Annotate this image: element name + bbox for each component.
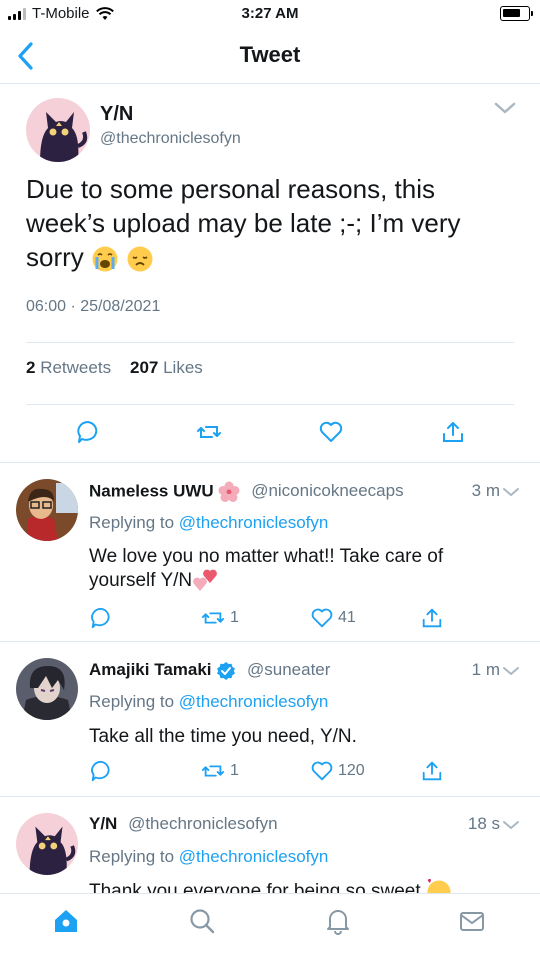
verified-icon: [217, 661, 236, 680]
author-name[interactable]: Y/N: [100, 103, 133, 126]
reply-tweet[interactable]: Y/N @thechroniclesofyn 18 s Replying to …: [0, 797, 540, 893]
page-title: Tweet: [239, 42, 301, 67]
crying-face-emoji-icon: [92, 246, 118, 272]
replying-to-link[interactable]: @thechroniclesofyn: [179, 513, 329, 532]
disappointed-face-emoji-icon: [127, 246, 153, 272]
tweet-timestamp: 06:00 · 25/08/2021: [26, 298, 161, 315]
divider: [0, 641, 540, 642]
tweet-stats: 2 Retweets 207 Likes: [26, 358, 203, 378]
retweet-count: 1: [230, 762, 239, 779]
replying-to-link[interactable]: @thechroniclesofyn: [179, 692, 329, 711]
home-icon[interactable]: [52, 907, 80, 935]
chevron-down-icon[interactable]: [493, 100, 517, 116]
like-icon[interactable]: [310, 759, 334, 783]
cherry-blossom-emoji-icon: [218, 481, 240, 502]
reply-text: We love you no matter what!! Take care o…: [89, 546, 444, 592]
reply-age: 1 m: [471, 660, 500, 679]
avatar[interactable]: [16, 658, 78, 720]
share-button[interactable]: [420, 759, 444, 783]
replying-to: Replying to @thechroniclesofyn: [89, 513, 329, 532]
reply-author-handle[interactable]: @niconicokneecaps: [251, 481, 403, 500]
like-icon[interactable]: [310, 606, 334, 630]
reply-button[interactable]: [89, 759, 113, 783]
reply-author-handle[interactable]: @suneater: [247, 660, 330, 679]
reply-age: 3 m: [471, 481, 500, 500]
search-icon[interactable]: [188, 907, 216, 935]
retweet-count: 1: [230, 609, 239, 626]
battery-icon: [500, 6, 533, 21]
reply-text: Thank you everyone for being so sweet: [89, 879, 509, 893]
chevron-down-icon[interactable]: [502, 665, 520, 677]
divider: [26, 342, 514, 343]
retweet-icon[interactable]: [196, 419, 222, 445]
clock: 3:27 AM: [241, 5, 299, 22]
like-count: 120: [338, 762, 365, 779]
avatar[interactable]: [26, 98, 90, 162]
reply-icon[interactable]: [89, 606, 113, 630]
retweet-icon[interactable]: [200, 606, 226, 630]
reply-author-name[interactable]: Y/N: [89, 814, 117, 833]
retweet-icon[interactable]: [200, 759, 226, 783]
tweet-actions: [0, 419, 540, 449]
reply-icon[interactable]: [89, 759, 113, 783]
tweet-text: Due to some personal reasons, this week’…: [26, 174, 461, 272]
chevron-down-icon[interactable]: [502, 486, 520, 498]
replying-to: Replying to @thechroniclesofyn: [89, 847, 329, 866]
divider: [26, 404, 514, 405]
retweet-button[interactable]: 1: [200, 759, 239, 783]
reply-text: Take all the time you need, Y/N.: [89, 726, 357, 747]
two-hearts-emoji-icon: [193, 569, 218, 591]
share-icon[interactable]: [420, 606, 444, 630]
reply-author-handle[interactable]: @thechroniclesofyn: [128, 814, 278, 833]
divider: [0, 462, 540, 463]
reply-author-name[interactable]: Nameless UWU: [89, 481, 214, 500]
chevron-down-icon[interactable]: [502, 819, 520, 831]
tab-bar: [0, 893, 540, 960]
like-icon[interactable]: [318, 419, 344, 445]
like-count: 41: [338, 609, 356, 626]
share-button[interactable]: [420, 606, 444, 630]
messages-icon[interactable]: [458, 907, 486, 935]
share-icon[interactable]: [440, 419, 466, 445]
notifications-icon[interactable]: [324, 907, 352, 935]
share-icon[interactable]: [420, 759, 444, 783]
avatar[interactable]: [16, 813, 78, 875]
retweet-button[interactable]: 1: [200, 606, 239, 630]
like-button[interactable]: 120: [310, 759, 365, 783]
retweets-stat[interactable]: 2 Retweets: [26, 358, 111, 377]
navigation-bar: Tweet: [0, 28, 540, 84]
reply-author-name[interactable]: Amajiki Tamaki: [89, 660, 212, 679]
avatar[interactable]: [16, 479, 78, 541]
author-handle[interactable]: @thechroniclesofyn: [100, 130, 241, 148]
status-bar: T-Mobile 3:27 AM: [0, 0, 540, 28]
reply-icon[interactable]: [75, 419, 101, 445]
reply-button[interactable]: [89, 606, 113, 630]
replying-to-link[interactable]: @thechroniclesofyn: [179, 847, 329, 866]
replying-to: Replying to @thechroniclesofyn: [89, 692, 329, 711]
reply-age: 18 s: [467, 814, 500, 833]
smiling-face-with-hearts-emoji-icon: [427, 879, 451, 893]
like-button[interactable]: 41: [310, 606, 356, 630]
likes-stat[interactable]: 207 Likes: [130, 358, 203, 377]
